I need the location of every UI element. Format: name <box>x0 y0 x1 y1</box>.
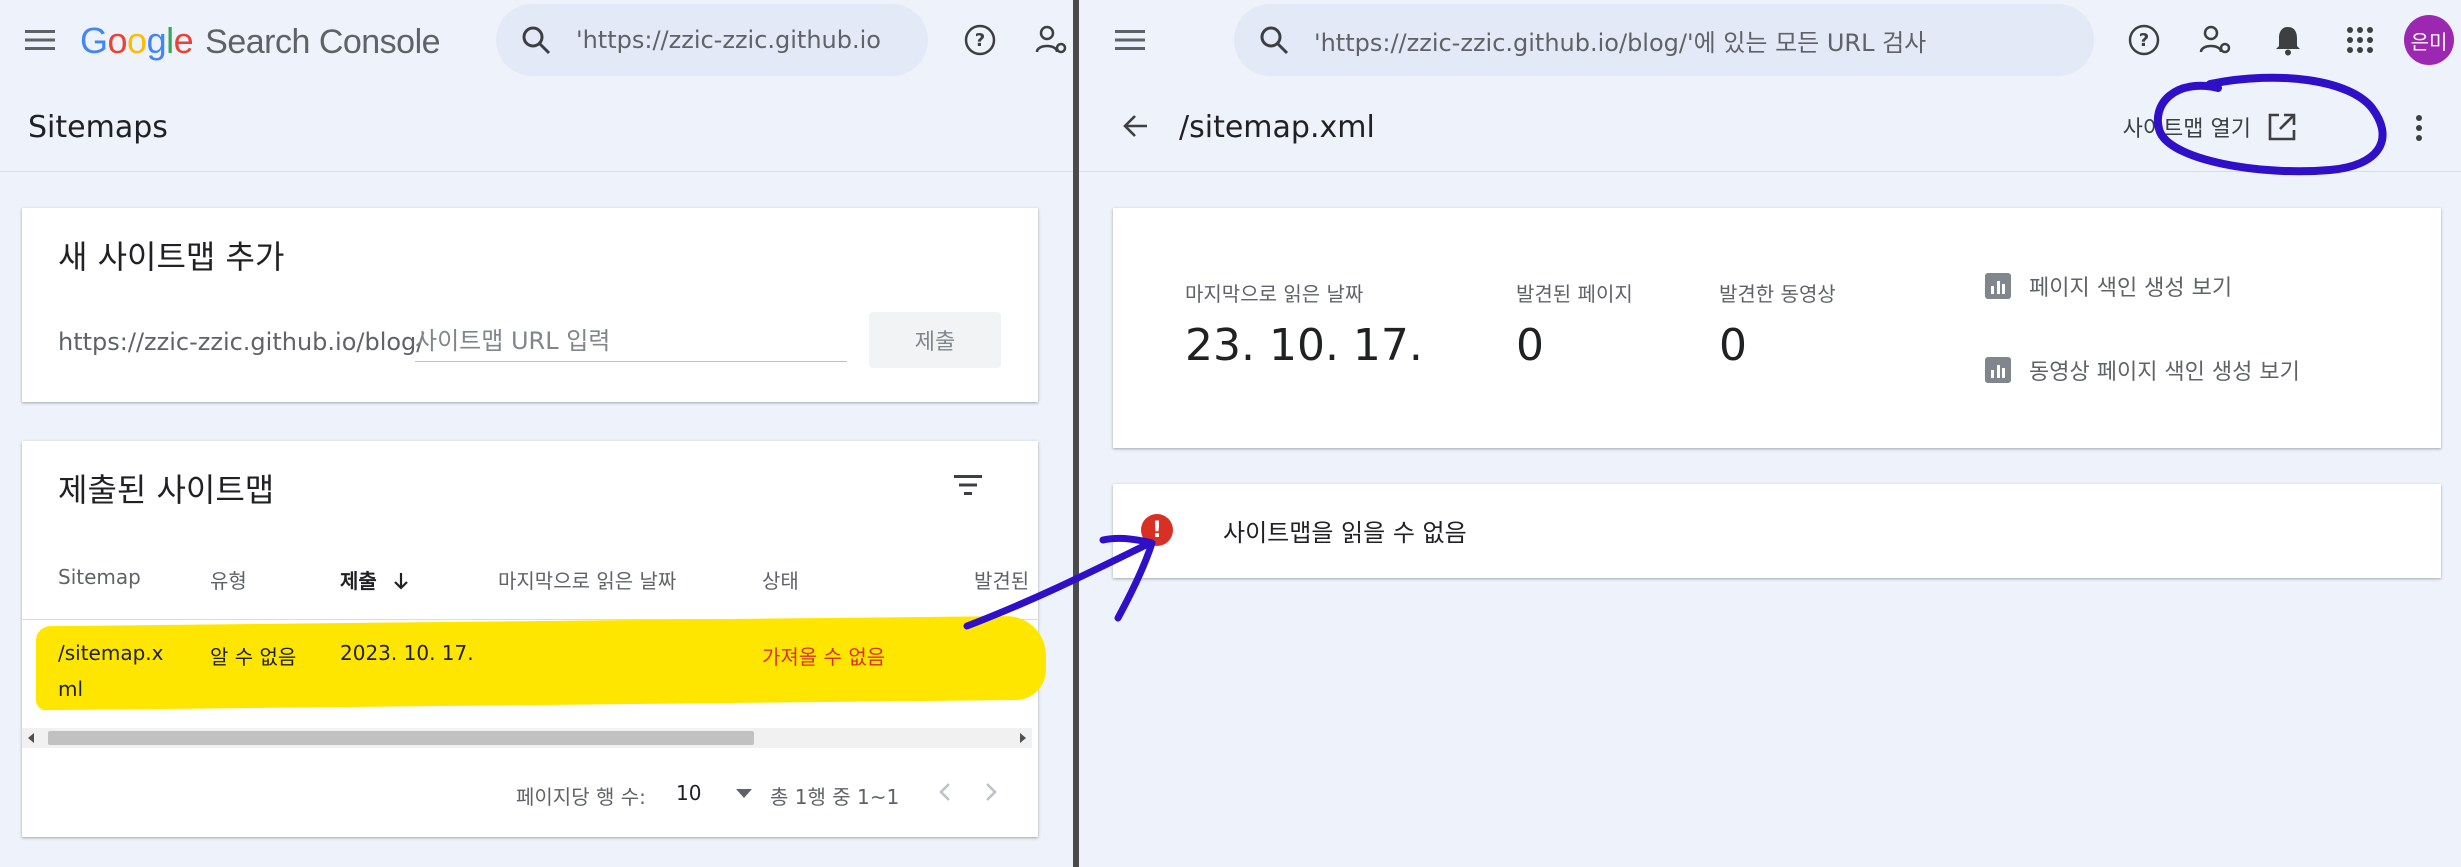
logo-letter: G <box>80 20 108 61</box>
column-header-submitted[interactable]: 제출 <box>340 565 408 594</box>
rows-per-page-select[interactable]: 10 <box>676 781 752 805</box>
logo-letter: o <box>127 20 147 61</box>
avatar[interactable]: 은미 <box>2404 15 2454 65</box>
logo-letter: g <box>146 20 167 61</box>
submit-button[interactable]: 제출 <box>869 312 1001 368</box>
right-top-bar: 'https://zzic-zzic.github.io/blog/'에 있는 … <box>1079 0 2461 80</box>
add-sitemap-title: 새 사이트맵 추가 <box>58 238 285 276</box>
row-sitemap-line2: ml <box>58 677 84 701</box>
submitted-sitemaps-title: 제출된 사이트맵 <box>58 471 275 509</box>
back-arrow-icon[interactable] <box>1115 106 1155 146</box>
search-text: 'https://zzic-zzic.github.io/blog/'에 있는 … <box>1314 28 1927 57</box>
page-title: Sitemaps <box>28 110 168 145</box>
logo-letter: o <box>107 20 128 61</box>
error-icon: ! <box>1141 514 1173 546</box>
sitemap-error-card[interactable]: ! 사이트맵을 읽을 수 없음 <box>1113 484 2441 578</box>
column-header-last-read[interactable]: 마지막으로 읽은 날짜 <box>498 565 676 594</box>
search-icon <box>496 25 576 55</box>
column-header-type[interactable]: 유형 <box>210 565 247 594</box>
chevron-down-icon <box>735 789 752 798</box>
column-header-submitted-label: 제출 <box>340 569 377 593</box>
view-video-indexing-link[interactable]: 동영상 페이지 색인 생성 보기 <box>1985 354 2300 386</box>
help-icon[interactable]: ? <box>960 20 1000 60</box>
page-title: /sitemap.xml <box>1179 110 1375 145</box>
url-inspect-search[interactable]: 'https://zzic-zzic.github.io <box>496 4 928 76</box>
menu-icon[interactable] <box>1110 20 1150 60</box>
sitemap-url-prefix: https://zzic-zzic.github.io/blog/ <box>58 328 425 356</box>
sitemap-url-input[interactable] <box>415 320 847 362</box>
scroll-left-arrow[interactable] <box>28 733 34 743</box>
notifications-icon[interactable] <box>2268 20 2308 60</box>
manage-users-icon[interactable] <box>2196 20 2236 60</box>
scroll-right-arrow[interactable] <box>1020 733 1026 743</box>
previous-page-icon[interactable] <box>930 777 960 807</box>
row-type: 알 수 없음 <box>210 645 297 669</box>
logo-product-name: Search Console <box>205 23 441 61</box>
open-sitemap-link[interactable]: 사이트맵 열기 <box>2123 111 2297 143</box>
left-pane: Google Search Console 'https://zzic-zzic… <box>0 0 1073 867</box>
row-sitemap-line1: /sitemap.x <box>58 641 164 665</box>
discovered-videos-value: 0 <box>1719 320 1747 371</box>
svg-text:?: ? <box>975 30 985 51</box>
open-sitemap-label: 사이트맵 열기 <box>2122 117 2251 142</box>
add-sitemap-card: 새 사이트맵 추가 https://zzic-zzic.github.io/bl… <box>22 208 1038 402</box>
yellow-highlight-mark <box>36 615 1046 711</box>
rows-per-page-value: 10 <box>676 781 702 805</box>
column-header-discovered[interactable]: 발견된 <box>974 565 1029 594</box>
apps-icon[interactable] <box>2340 20 2380 60</box>
error-message: 사이트맵을 읽을 수 없음 <box>1223 519 1467 547</box>
rows-per-page-label: 페이지당 행 수: <box>516 785 646 809</box>
chart-icon <box>1985 357 2011 383</box>
help-icon[interactable]: ? <box>2124 20 2164 60</box>
left-top-bar: Google Search Console 'https://zzic-zzic… <box>0 0 1073 80</box>
last-read-label: 마지막으로 읽은 날짜 <box>1185 282 1364 306</box>
url-inspect-search[interactable]: 'https://zzic-zzic.github.io/blog/'에 있는 … <box>1234 4 2094 76</box>
row-submitted: 2023. 10. 17. <box>340 641 474 665</box>
view-page-indexing-link[interactable]: 페이지 색인 생성 보기 <box>1985 270 2232 302</box>
svg-text:?: ? <box>2139 30 2149 51</box>
discovered-videos-label: 발견한 동영상 <box>1719 282 1836 306</box>
search-text: 'https://zzic-zzic.github.io <box>576 26 881 54</box>
filter-icon[interactable] <box>948 465 988 505</box>
open-in-new-icon <box>2268 113 2296 141</box>
chart-icon <box>1985 273 2011 299</box>
logo-letter: e <box>173 20 194 61</box>
horizontal-scrollbar[interactable] <box>22 728 1032 748</box>
next-page-icon[interactable] <box>976 777 1006 807</box>
discovered-pages-label: 발견된 페이지 <box>1516 282 1633 306</box>
sitemap-stats-card: 마지막으로 읽은 날짜 23. 10. 17. 발견된 페이지 0 발견한 동영… <box>1113 208 2441 448</box>
logo-letter: l <box>166 20 174 61</box>
scrollbar-thumb[interactable] <box>48 731 754 745</box>
sort-arrow-icon <box>394 573 408 590</box>
view-video-indexing-label: 동영상 페이지 색인 생성 보기 <box>2029 360 2300 385</box>
google-search-console-logo[interactable]: Google Search Console <box>80 20 441 61</box>
row-status: 가져올 수 없음 <box>762 645 886 669</box>
page-header: Sitemaps <box>0 80 1073 172</box>
right-pane: 'https://zzic-zzic.github.io/blog/'에 있는 … <box>1079 0 2461 867</box>
manage-users-icon[interactable] <box>1032 20 1072 60</box>
pagination-range: 총 1행 중 1~1 <box>770 785 900 809</box>
submitted-sitemaps-card: 제출된 사이트맵 Sitemap 유형 제출 마지막으로 읽은 날짜 상태 발견… <box>22 441 1046 837</box>
search-icon <box>1234 25 1314 55</box>
view-page-indexing-label: 페이지 색인 생성 보기 <box>2029 276 2233 301</box>
more-vert-icon[interactable] <box>2399 108 2439 148</box>
column-header-sitemap[interactable]: Sitemap <box>58 565 141 589</box>
discovered-pages-value: 0 <box>1516 320 1544 371</box>
column-header-status[interactable]: 상태 <box>762 565 799 594</box>
menu-icon[interactable] <box>20 20 60 60</box>
last-read-value: 23. 10. 17. <box>1185 320 1423 371</box>
